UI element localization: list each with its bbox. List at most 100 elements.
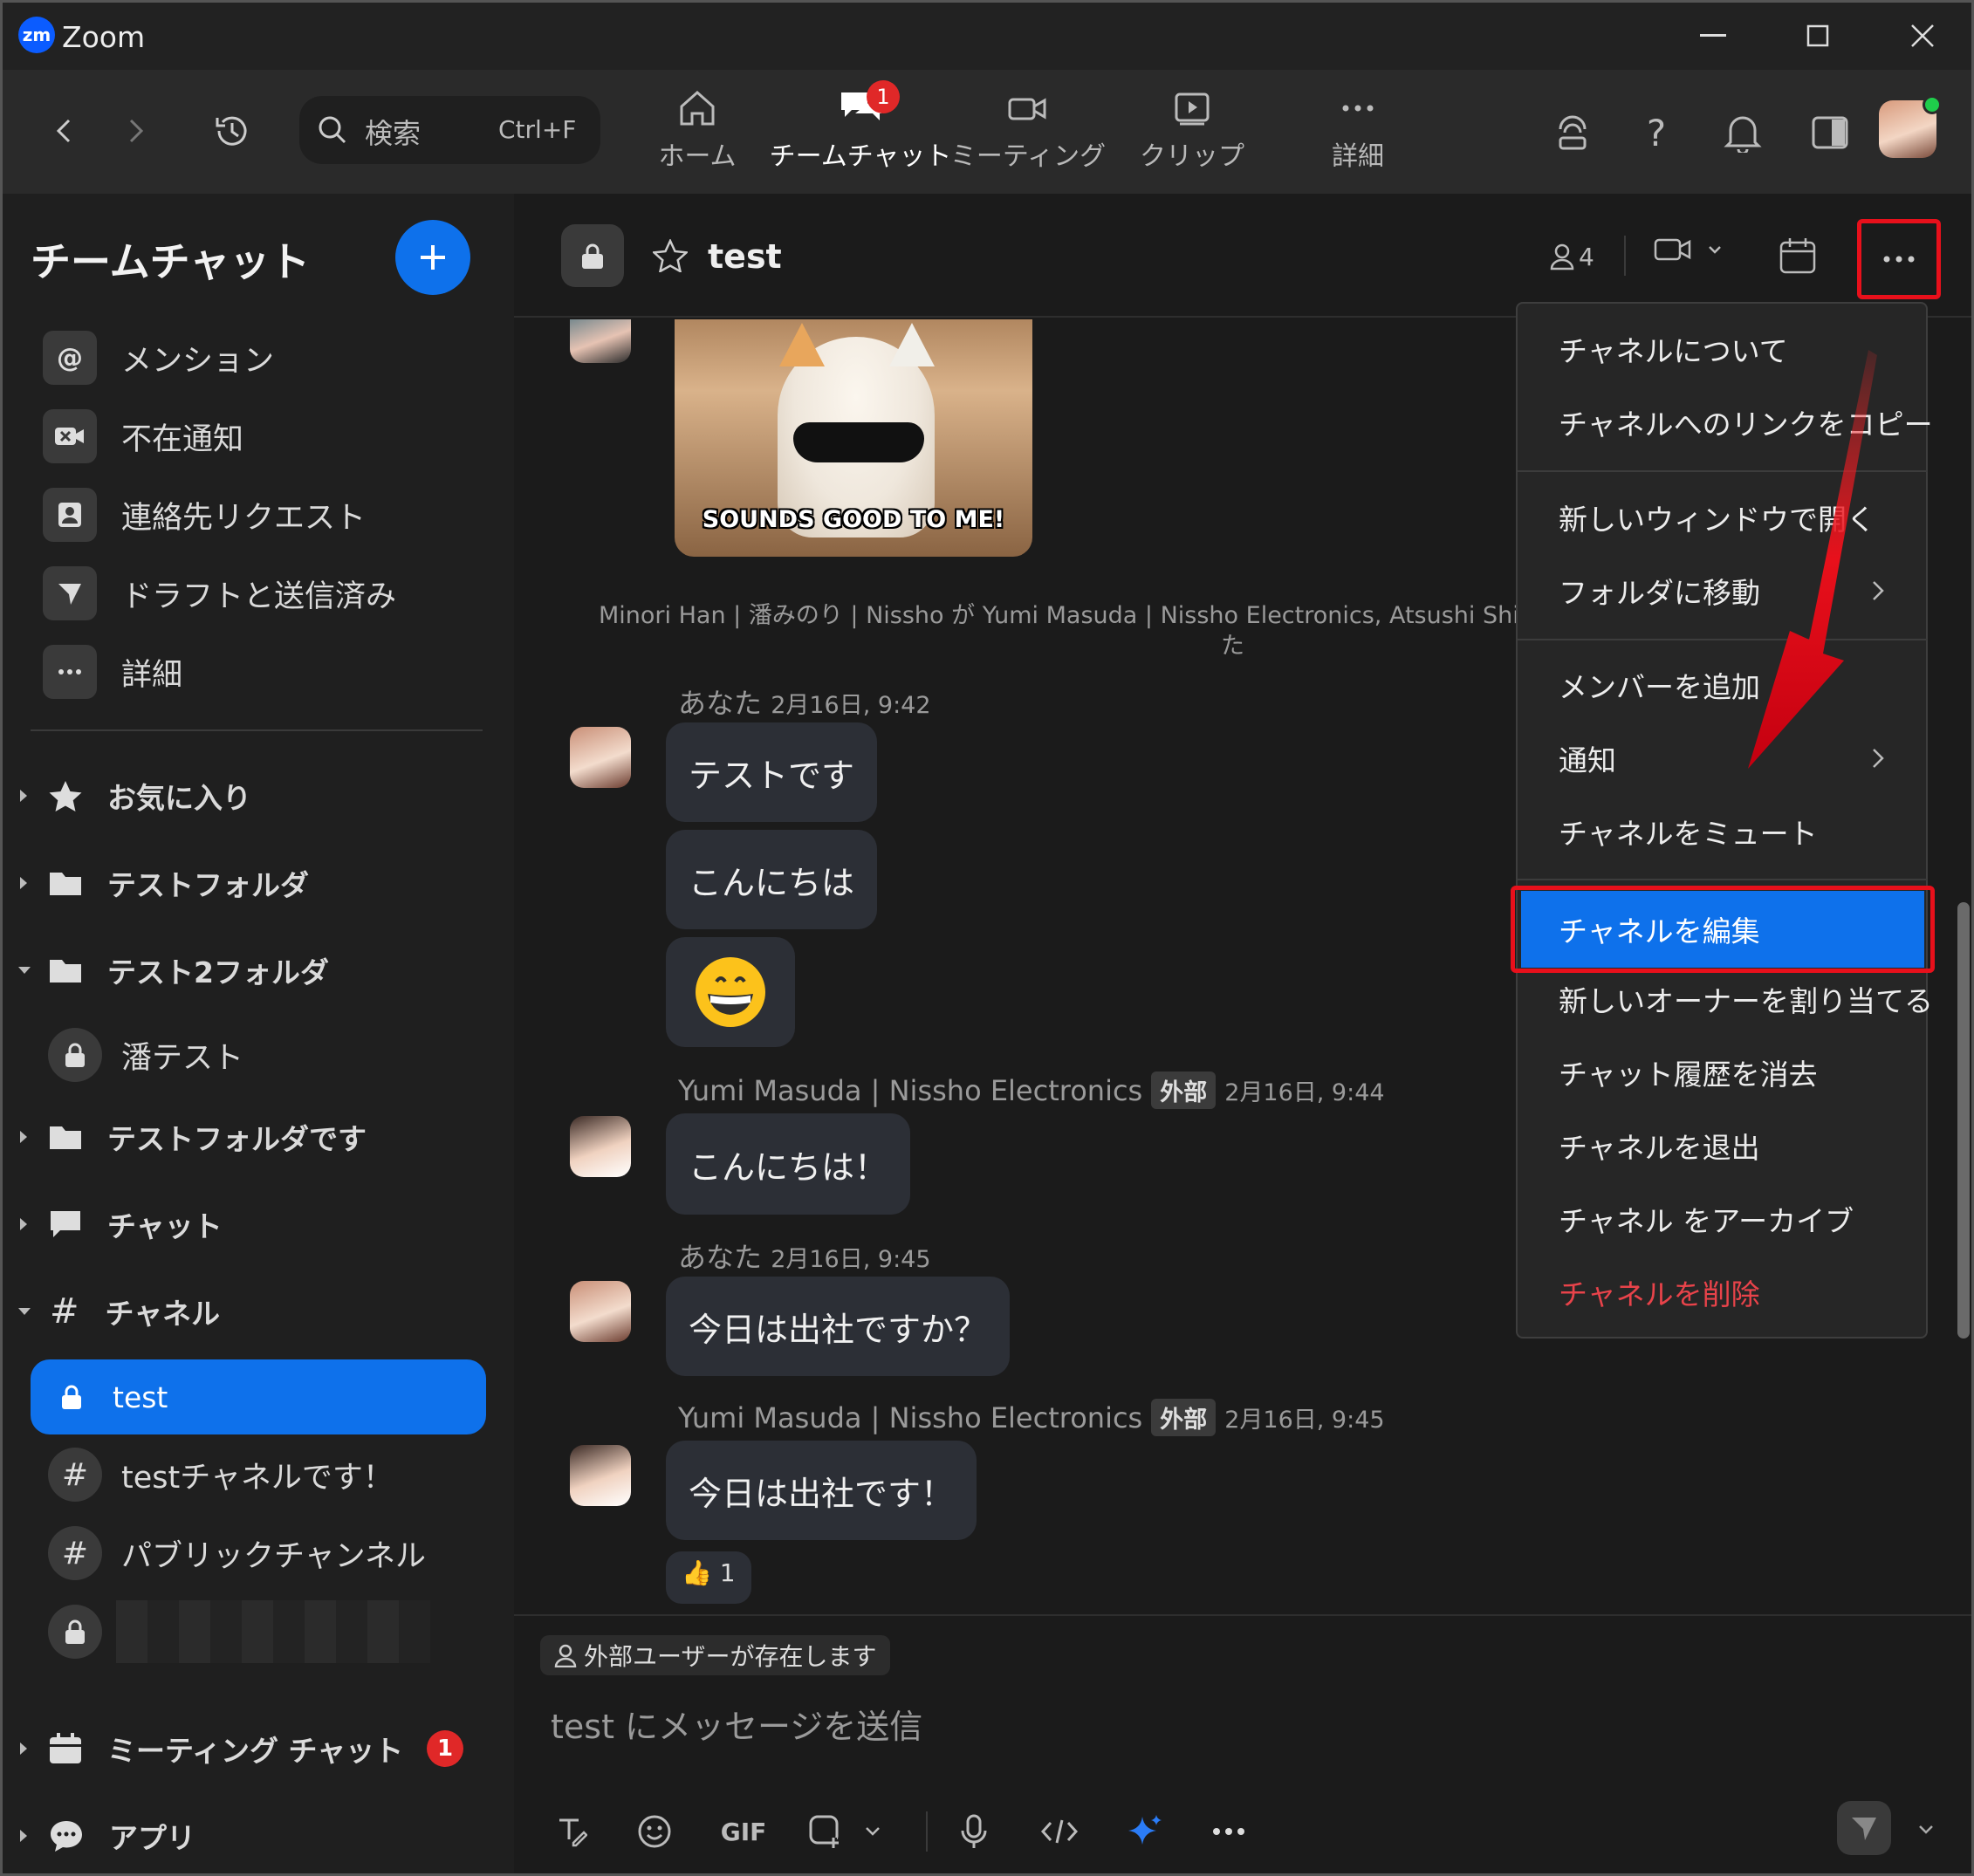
gif-button[interactable]: GIF [713,1808,774,1855]
sidebar-item-label: 詳細 [121,657,183,693]
timestamp: 2月16日, 9:45 [771,1246,931,1273]
maximize-button[interactable] [1783,11,1853,60]
channel-test-selected[interactable]: test [31,1359,486,1434]
more-dots-icon[interactable] [1205,1808,1252,1855]
message-bubble[interactable]: こんにちは！ [666,1113,911,1215]
section-meeting-chat[interactable]: ミーティング チャット 1 [3,1714,514,1784]
emoji-bubble[interactable] [666,937,795,1047]
section-chat[interactable]: チャット [3,1189,514,1259]
message-bubble[interactable]: 今日は出社です！ [666,1441,977,1540]
channel-test-channel[interactable]: # testチャネルです！ [3,1440,514,1510]
section-test2-folder[interactable]: テスト2フォルダ [3,935,514,1005]
channel-more-options-button[interactable] [1857,219,1941,299]
sender-name: あなた [678,687,763,720]
meeting-chat-badge: 1 [427,1730,463,1767]
sidebar-item-missed[interactable]: 不在通知 [3,401,514,471]
section-test-folder[interactable]: テストフォルダ [3,848,514,918]
menu-item-mute-channel[interactable]: チャネルをミュート [1518,797,1928,866]
channel-label: 潘テスト [121,1040,244,1076]
screenshot-icon[interactable] [802,1808,849,1855]
minimize-button[interactable] [1678,11,1748,60]
folder-icon [48,956,83,984]
menu-item-leave-channel[interactable]: チャネルを退出 [1518,1111,1928,1181]
menu-item-delete-channel[interactable]: チャネルを削除 [1518,1257,1928,1327]
tab-more[interactable]: 詳細 [1297,87,1419,185]
sidebar-item-label: メンション [121,343,275,379]
message-meta: あなた 2月16日, 9:45 [678,1236,931,1276]
star-icon [48,779,83,812]
sidebar-item-drafts[interactable]: ドラフトと送信済み [3,558,514,628]
section-apps[interactable]: アプリ [3,1801,514,1871]
profile-avatar[interactable] [1879,95,1942,158]
sidebar: チームチャット @ メンション 不在通知 連絡先リクエスト ドラフトと送信済み … [3,194,514,1873]
reaction-chip[interactable]: 👍 1 [666,1551,751,1604]
menu-item-archive-channel[interactable]: チャネル をアーカイブ [1518,1184,1928,1254]
tab-meetings[interactable]: ミーティング [950,87,1106,185]
forward-arrow-icon[interactable] [114,109,158,153]
message-meta: あなた 2月16日, 9:42 [678,681,931,722]
system-message: Minori Han | 潘みのり | Nissho が Yumi Masuda… [599,602,1573,629]
timestamp: 2月16日, 9:45 [1224,1407,1385,1434]
microphone-icon[interactable] [950,1808,997,1855]
emoji-icon[interactable] [631,1808,678,1855]
channel-han-test[interactable]: 潘テスト [3,1020,514,1090]
tab-clips[interactable]: クリップ [1131,87,1253,185]
system-message-cont: た [1221,633,1244,660]
search-box[interactable]: 検索 Ctrl+F [299,96,600,164]
tab-team-chat[interactable]: チームチャット 1 [770,80,951,185]
sidebar-item-mentions[interactable]: @ メンション [3,323,514,393]
message-input[interactable]: test にメッセージを送信 [551,1700,922,1748]
sidebar-item-contact-requests[interactable]: 連絡先リクエスト [3,480,514,550]
cat-gif-image[interactable]: SOUNDS GOOD TO ME! [675,319,1032,557]
new-chat-button[interactable] [395,220,470,295]
redacted-channel-name [116,1600,430,1663]
channel-public[interactable]: # パブリックチャンネル [3,1518,514,1588]
section-label: ミーティング チャット [107,1734,404,1768]
section-test-folder-desu[interactable]: テストフォルダです [3,1102,514,1172]
section-favorites[interactable]: お気に入り [3,761,514,831]
video-call-button[interactable] [1654,236,1722,264]
avatar [570,1116,631,1177]
calendar-icon[interactable] [1776,234,1820,277]
sidebar-item-label: 連絡先リクエスト [121,500,367,536]
cat-ear-left [779,323,825,366]
presence-status-icon[interactable] [1549,109,1596,156]
help-icon[interactable]: ? [1633,109,1680,156]
ai-sparkle-icon[interactable] [1121,1808,1169,1855]
member-count-button[interactable]: 4 [1549,237,1594,276]
message-bubble[interactable]: こんにちは [666,830,878,929]
section-channels[interactable]: # チャネル [3,1277,514,1346]
chevron-down-icon[interactable] [1910,1815,1942,1845]
channel-redacted[interactable] [3,1597,514,1667]
menu-item-edit-channel[interactable]: チャネルを編集 [1521,891,1924,968]
missed-video-icon [43,409,97,463]
message-bubble[interactable]: テストです [666,722,878,822]
close-button[interactable] [1888,11,1957,60]
bell-icon[interactable] [1719,109,1766,156]
message-bubble[interactable]: 今日は出社ですか？ [666,1277,1011,1376]
sidebar-item-more[interactable]: 詳細 [3,637,514,707]
back-arrow-icon[interactable] [42,109,86,153]
code-snippet-icon[interactable] [1036,1808,1083,1855]
scrollbar[interactable] [1956,319,1971,1768]
tab-home[interactable]: ホーム [636,87,758,185]
menu-item-clear-history[interactable]: チャット履歴を消去 [1518,1037,1928,1107]
sidebar-divider [31,729,483,731]
chevron-down-icon[interactable] [858,1817,888,1846]
format-text-icon[interactable] [547,1808,594,1855]
send-icon [43,566,97,620]
tab-more-label: 詳細 [1332,141,1384,172]
send-button[interactable] [1837,1801,1891,1855]
composer-divider [926,1811,928,1852]
side-panel-icon[interactable] [1806,109,1854,156]
annotation-arrow [1748,350,1877,769]
external-badge: 外部 [1151,1399,1217,1436]
app-title: Zoom [62,20,146,54]
star-icon[interactable] [650,236,690,276]
history-icon[interactable] [209,107,256,154]
message-meta: Yumi Masuda | Nissho Electronics 外部 2月16日,… [678,1399,1385,1436]
scrollbar-thumb[interactable] [1957,902,1970,1339]
caret-right-icon [18,1828,29,1844]
more-dots-icon [1337,87,1379,129]
menu-item-assign-owner[interactable]: 新しいオーナーを割り当てる [1518,964,1933,1034]
